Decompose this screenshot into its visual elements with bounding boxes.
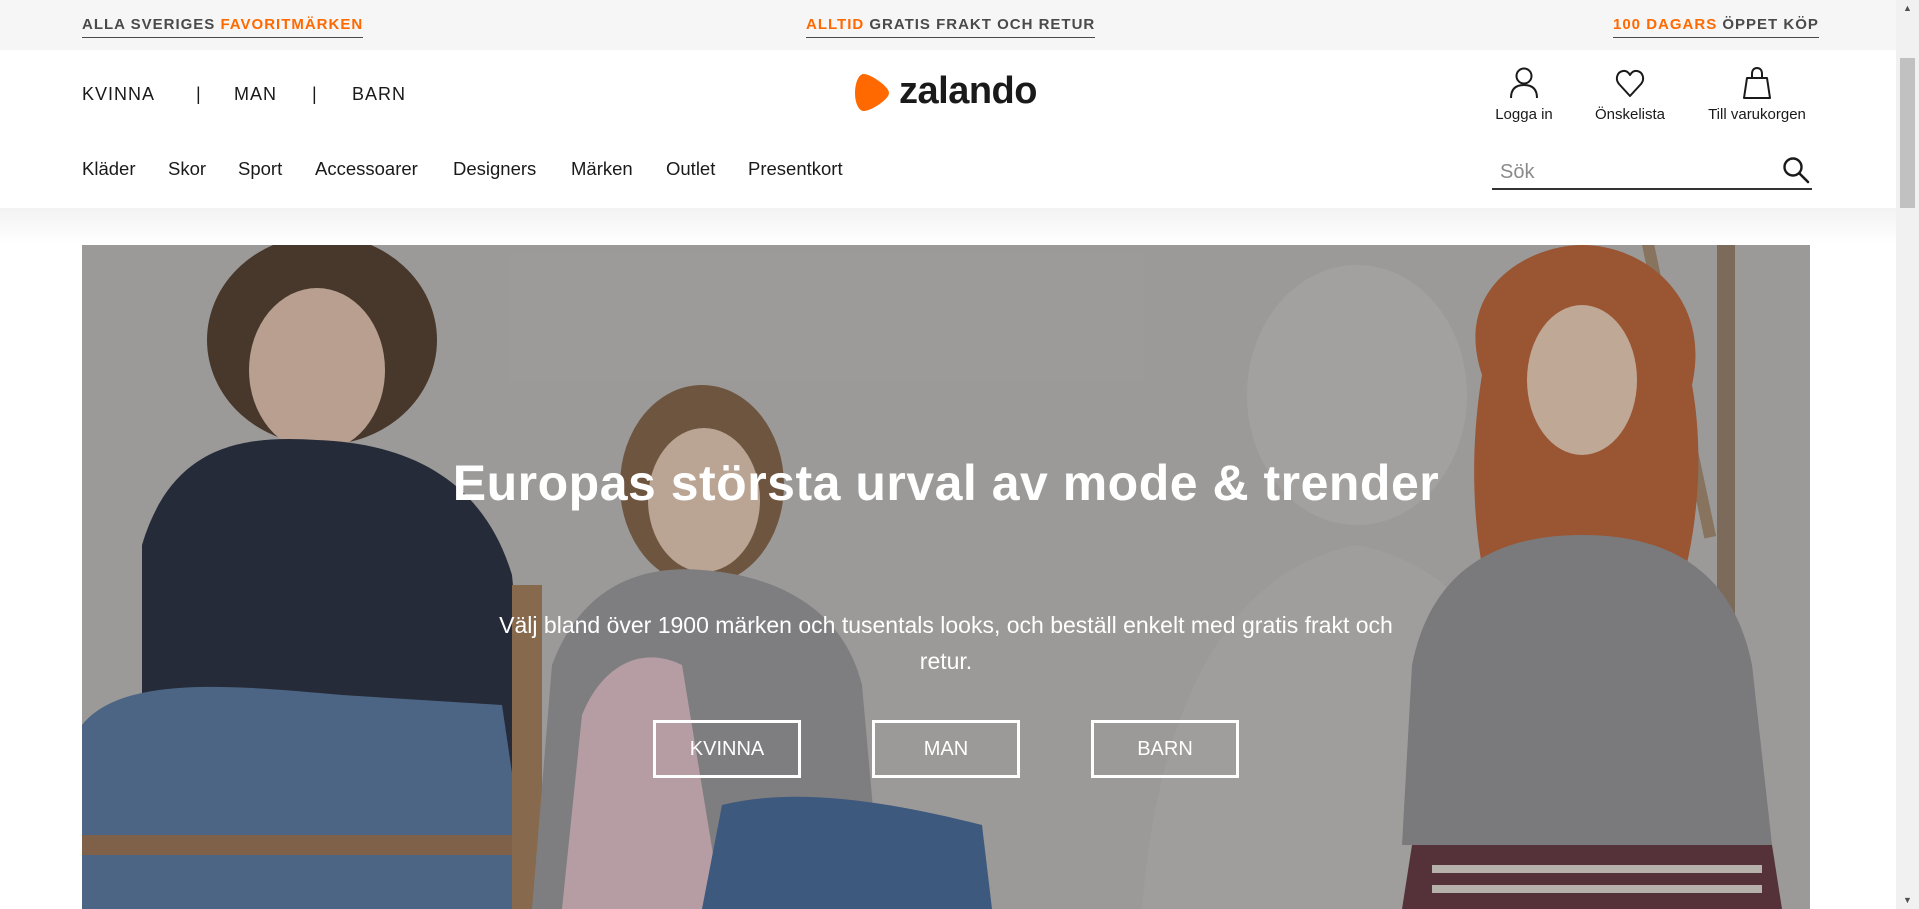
hero-kvinna-button[interactable]: KVINNA xyxy=(653,720,801,778)
category-presentkort[interactable]: Presentkort xyxy=(748,158,843,180)
login-button[interactable]: Logga in xyxy=(1464,66,1584,123)
shopping-bag-icon xyxy=(1743,66,1771,99)
wishlist-label: Önskelista xyxy=(1594,106,1666,123)
promo-right-accent: 100 DAGARS xyxy=(1613,16,1718,33)
category-designers[interactable]: Designers xyxy=(453,158,536,180)
promo-bar: ALLA SVERIGES FAVORITMÄRKEN ALLTID GRATI… xyxy=(0,0,1896,50)
cart-button[interactable]: Till varukorgen xyxy=(1697,66,1817,123)
header-shadow xyxy=(0,208,1896,244)
heart-icon xyxy=(1615,69,1645,97)
category-marken[interactable]: Märken xyxy=(571,158,633,180)
search-bar xyxy=(1492,152,1812,190)
hero-man-button[interactable]: MAN xyxy=(872,720,1020,778)
category-klader[interactable]: Kläder xyxy=(82,158,135,180)
hero-subtitle: Välj bland över 1900 märken och tusental… xyxy=(499,612,1393,674)
hero-barn-button[interactable]: BARN xyxy=(1091,720,1239,778)
category-sport[interactable]: Sport xyxy=(238,158,282,180)
promo-center-accent: ALLTID xyxy=(806,16,865,33)
gender-nav-barn[interactable]: BARN xyxy=(352,84,406,105)
promo-open-purchase[interactable]: 100 DAGARS ÖPPET KÖP xyxy=(1613,16,1819,38)
search-icon xyxy=(1783,157,1810,184)
category-accessoarer[interactable]: Accessoarer xyxy=(315,158,418,180)
category-outlet[interactable]: Outlet xyxy=(666,158,715,180)
gender-nav-separator: | xyxy=(312,84,318,104)
cart-label: Till varukorgen xyxy=(1708,106,1806,123)
login-label: Logga in xyxy=(1495,106,1553,123)
gender-nav-kvinna[interactable]: KVINNA xyxy=(82,84,155,105)
category-skor[interactable]: Skor xyxy=(168,158,206,180)
logo-text: zalando xyxy=(899,70,1037,112)
scroll-thumb[interactable] xyxy=(1900,58,1915,208)
hero-banner: Europas största urval av mode & trender … xyxy=(82,245,1810,909)
promo-right-suffix: ÖPPET KÖP xyxy=(1717,16,1819,33)
scroll-up-arrow-icon[interactable]: ▲ xyxy=(1896,0,1919,17)
search-input[interactable] xyxy=(1498,158,1772,186)
gender-nav-man[interactable]: MAN xyxy=(234,84,277,105)
gender-nav-separator: | xyxy=(196,84,202,104)
promo-free-shipping[interactable]: ALLTID GRATIS FRAKT OCH RETUR xyxy=(806,16,1096,38)
scroll-down-arrow-icon[interactable]: ▼ xyxy=(1896,892,1919,909)
promo-center-suffix: GRATIS FRAKT OCH RETUR xyxy=(864,16,1096,33)
promo-favorite-brands[interactable]: ALLA SVERIGES FAVORITMÄRKEN xyxy=(82,16,364,38)
search-button[interactable] xyxy=(1782,156,1810,184)
promo-left-prefix: ALLA SVERIGES xyxy=(82,16,221,33)
wishlist-button[interactable]: Önskelista xyxy=(1570,66,1690,123)
hero-overlay xyxy=(82,245,1810,909)
hero-title: Europas största urval av mode & trender xyxy=(452,455,1440,511)
page-scrollbar[interactable]: ▲ ▼ xyxy=(1896,0,1919,909)
promo-left-accent: FAVORITMÄRKEN xyxy=(220,16,364,33)
user-icon xyxy=(1510,67,1538,99)
zalando-logo-icon xyxy=(855,73,889,112)
